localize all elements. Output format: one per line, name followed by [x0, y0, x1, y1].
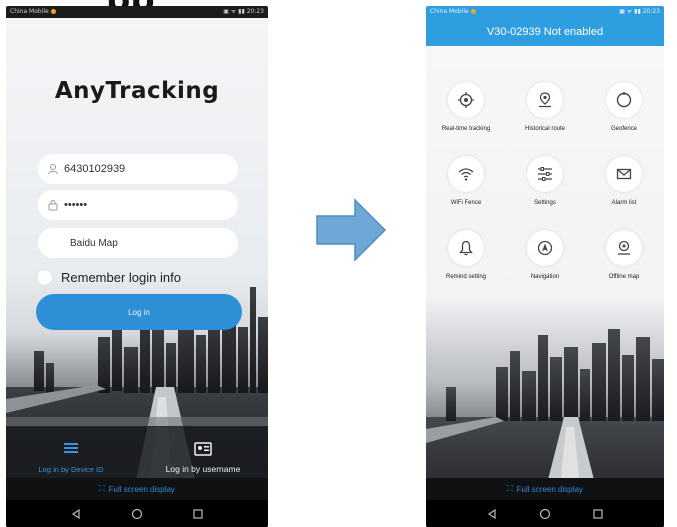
tab-login-by-device-id[interactable]: Log in by Device ID [6, 430, 136, 474]
right-arrow-icon [316, 198, 387, 262]
navigation-icon [537, 240, 553, 256]
menu-item-geofence[interactable]: Geofence [584, 82, 664, 148]
menu-label: Real-time tracking [441, 126, 491, 132]
user-icon [46, 162, 60, 176]
mail-icon [616, 168, 632, 180]
back-icon[interactable] [70, 508, 82, 520]
id-card-icon [194, 442, 212, 458]
carrier-badge-icon [50, 9, 56, 14]
menu-label: WiFi Fence [450, 200, 482, 206]
menu-item-settings[interactable]: Settings [505, 156, 585, 222]
expand-icon: ⛶ [99, 484, 105, 493]
expand-icon: ⛶ [507, 484, 513, 493]
menu-label: Offline map [608, 274, 640, 280]
app-logo: AnyTracking [54, 78, 220, 104]
username-value: 6430102939 [64, 163, 126, 175]
system-nav-bar [6, 500, 268, 527]
list-icon [63, 441, 79, 457]
username-input[interactable]: 6430102939 [38, 154, 238, 184]
system-nav-bar [426, 500, 664, 527]
home-icon[interactable] [131, 508, 143, 520]
offline-map-icon [618, 240, 630, 255]
remember-login-radio[interactable] [36, 268, 53, 286]
target-icon [458, 92, 474, 108]
tab-label: Log in by Device ID [38, 465, 104, 474]
menu-label: Navigation [530, 274, 560, 280]
fullscreen-label: Full screen display [516, 484, 583, 494]
menu-label: Historical route [524, 126, 565, 132]
bell-icon [459, 240, 473, 256]
status-time: 20:23 [246, 8, 264, 15]
status-time: 20:23 [642, 8, 660, 15]
back-icon[interactable] [486, 508, 498, 520]
map-pin-icon [539, 92, 551, 108]
remember-login-label: Remember login info [61, 269, 181, 285]
menu-item-real-time-tracking[interactable]: Real-time tracking [426, 82, 506, 148]
tab-label: Log in by username [165, 464, 241, 474]
login-button[interactable]: Log in [36, 294, 242, 330]
menu-label: Alarm list [611, 200, 637, 206]
map-type-select[interactable]: Baidu Map [38, 228, 238, 258]
carrier-label: China Mobile [430, 8, 469, 15]
menu-label: Remind setting [445, 274, 487, 280]
circle-icon [616, 92, 632, 108]
menu-item-navigation[interactable]: Navigation [505, 230, 585, 296]
menu-item-alarm-list[interactable]: Alarm list [584, 156, 664, 222]
login-mode-tabs: Log in by Device ID Log in by username [6, 426, 268, 478]
menu-item-offline-map[interactable]: Offline map [584, 230, 664, 296]
remember-login-row[interactable]: Remember login info [36, 266, 256, 288]
recents-icon[interactable] [192, 508, 204, 520]
status-bar: China Mobile ▣ ᯤ ▮▮ 20:23 [426, 6, 664, 18]
carrier-label: China Mobile [10, 8, 49, 15]
carrier-badge-icon [470, 9, 476, 14]
menu-item-historical-route[interactable]: Historical route [505, 82, 585, 148]
login-screen: China Mobile ▣ ᯤ ▮▮ 20:23 AnyTracking 64… [6, 6, 268, 527]
fullscreen-toggle[interactable]: ⛶ Full screen display [6, 478, 268, 500]
map-type-value: Baidu Map [70, 237, 118, 249]
status-bar: China Mobile ▣ ᯤ ▮▮ 20:23 [6, 6, 268, 18]
menu-label: Geofence [610, 126, 638, 132]
password-value: •••••• [64, 199, 88, 211]
tab-login-by-username[interactable]: Log in by username [138, 430, 268, 474]
fullscreen-label: Full screen display [108, 484, 175, 494]
password-input[interactable]: •••••• [38, 190, 238, 220]
lock-icon [46, 198, 60, 212]
menu-item-remind-setting[interactable]: Remind setting [426, 230, 506, 296]
device-menu-screen: China Mobile ▣ ᯤ ▮▮ 20:23 V30-02939 Not … [426, 6, 664, 527]
device-status-header: V30-02939 Not enabled [426, 18, 664, 46]
fullscreen-toggle[interactable]: ⛶ Full screen display [426, 478, 664, 500]
menu-item-wifi-fence[interactable]: WiFi Fence [426, 156, 506, 222]
wifi-icon [458, 168, 474, 181]
home-icon[interactable] [539, 508, 551, 520]
menu-label: Settings [534, 200, 556, 206]
sliders-icon [538, 167, 552, 181]
recents-icon[interactable] [592, 508, 604, 520]
